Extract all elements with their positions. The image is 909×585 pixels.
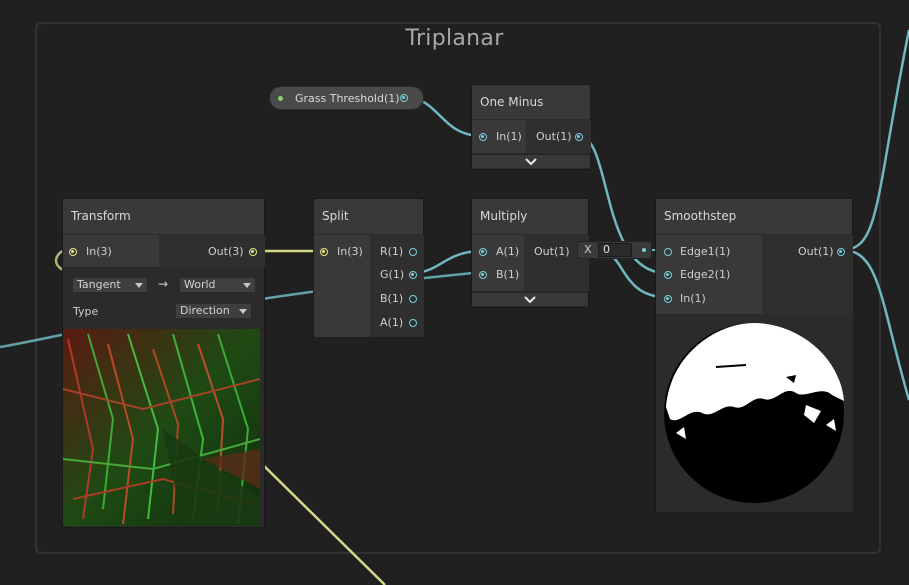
transform-to-space-dropdown[interactable]: World [179,277,256,293]
chevron-down-icon [525,158,537,166]
default-port-dot-icon [642,248,646,252]
smoothstep-edge2-port[interactable] [664,271,672,279]
one-minus-expand-toggle[interactable] [472,154,590,168]
multiply-input-b-label: B(1) [496,268,520,281]
transform-type-label: Type [73,305,99,318]
transform-from-space-dropdown[interactable]: Tangent [72,277,148,293]
multiply-input-a-port[interactable] [479,248,487,256]
split-output-a: A(1) [380,315,420,331]
transform-input-label: In(3) [86,245,112,258]
dropdown-arrow-icon [243,283,251,288]
multiply-input-b-port[interactable] [479,271,487,279]
transform-output-label: Out(3) [208,245,244,258]
smoothstep-title[interactable]: Smoothstep [656,199,852,234]
split-node[interactable]: Split In(3) R(1) G(1) B(1) A(1) [313,198,424,337]
edge1-default-value-field[interactable]: X 0 [577,241,652,259]
type-value: Direction [180,304,230,317]
one-minus-input-port[interactable] [479,133,487,141]
split-output-a-port[interactable] [409,319,417,327]
split-output-g: G(1) [380,267,420,283]
property-dot-icon [278,96,283,101]
transform-type-dropdown[interactable]: Direction [175,303,252,319]
grass-threshold-property-node[interactable]: Grass Threshold(1) [269,86,424,110]
property-label: Grass Threshold(1) [295,92,400,105]
split-title[interactable]: Split [314,199,423,234]
split-output-r-label: R(1) [380,245,404,258]
x-axis-label: X [584,243,592,256]
smoothstep-in-label: In(1) [680,292,706,305]
dropdown-arrow-icon [239,309,247,314]
wire-vector-outgoing[interactable] [259,461,386,585]
smoothstep-output-label: Out(1) [798,245,834,258]
split-output-b-label: B(1) [380,292,404,305]
from-space-value: Tangent [77,278,121,291]
split-output-r-port[interactable] [409,248,417,256]
smoothstep-edge1-label: Edge1(1) [680,245,731,258]
smoothstep-in-port[interactable] [664,295,672,303]
split-output-b: B(1) [380,291,420,307]
split-output-a-label: A(1) [380,316,404,329]
transform-preview-image [63,329,260,526]
multiply-title[interactable]: Multiply [472,199,588,234]
multiply-node[interactable]: Multiply A(1) B(1) Out(1) [471,198,589,308]
smoothstep-preview-image [656,315,853,512]
x-value-input[interactable]: 0 [598,243,632,257]
split-output-g-label: G(1) [380,268,405,281]
multiply-expand-toggle[interactable] [472,292,588,306]
smoothstep-output-row: Out(1) [798,244,848,260]
multiply-output-label: Out(1) [534,245,570,258]
transform-title[interactable]: Transform [63,199,264,234]
one-minus-output-row: Out(1) [536,129,584,145]
chevron-down-icon [524,296,536,304]
one-minus-node[interactable]: One Minus In(1) Out(1) [471,84,591,170]
split-output-r: R(1) [380,244,420,260]
multiply-input-a-label: A(1) [496,245,520,258]
arrow-right-icon: → [158,277,169,291]
smoothstep-edge1-port[interactable] [664,248,672,256]
transform-output-row: Out(3) [208,244,258,260]
one-minus-input-label: In(1) [496,130,522,143]
dropdown-arrow-icon [135,283,143,288]
split-output-b-port[interactable] [409,295,417,303]
split-output-g-port[interactable] [409,271,417,279]
transform-output-port[interactable] [249,248,257,256]
one-minus-output-port[interactable] [575,133,583,141]
one-minus-output-label: Out(1) [536,130,572,143]
property-output-port[interactable] [400,94,408,102]
to-space-value: World [184,278,216,291]
one-minus-title[interactable]: One Minus [472,85,590,119]
transform-node[interactable]: Transform In(3) Out(3) Tangent → World T… [62,198,265,528]
smoothstep-output-port[interactable] [837,248,845,256]
smoothstep-node[interactable]: Smoothstep Edge1(1) Edge2(1) In(1) Out(1… [655,198,853,512]
split-input-port[interactable] [320,248,328,256]
split-input-label: In(3) [337,245,363,258]
transform-input-port[interactable] [69,248,77,256]
smoothstep-edge2-label: Edge2(1) [680,268,731,281]
